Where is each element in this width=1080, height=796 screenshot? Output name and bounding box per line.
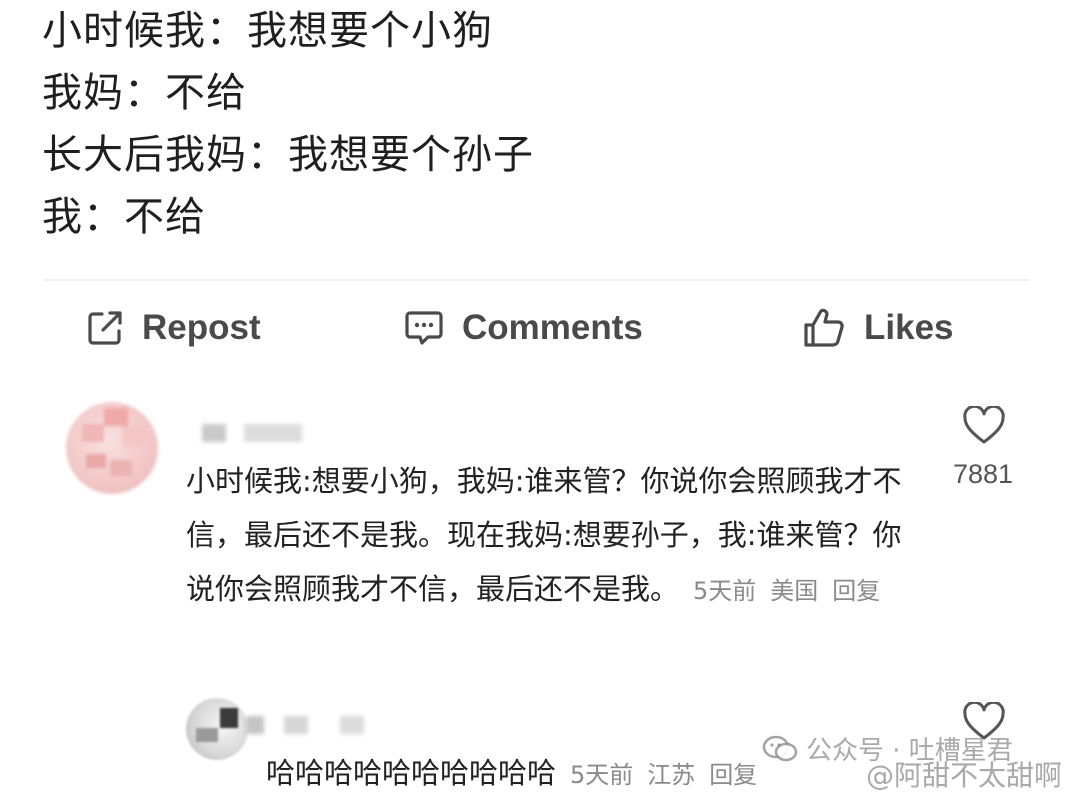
post-line: 长大后我妈：我想要个孙子 — [42, 132, 534, 178]
reply-link[interactable]: 回复 — [832, 577, 880, 605]
comment-location: 美国 — [770, 577, 819, 605]
username-blurred — [244, 424, 302, 442]
reply-body: 哈哈哈哈哈哈哈哈哈哈 5天前 江苏 回复 — [266, 752, 757, 796]
weibo-watermark: @阿甜不太甜啊 — [866, 759, 1063, 792]
comment-icon — [405, 311, 443, 345]
post-line: 小时候我：我想要个小狗 — [42, 8, 493, 54]
post-line: 我妈：不给 — [42, 70, 247, 116]
reply-location: 江苏 — [647, 761, 696, 789]
heart-icon[interactable] — [962, 406, 1006, 446]
reply-text: 哈哈哈哈哈哈哈哈哈哈 — [266, 756, 557, 790]
comment-body: 小时候我:想要小狗，我妈:谁来管？你说你会照顾我才不信，最后还不是我。现在我妈:… — [186, 454, 916, 618]
likes-button[interactable]: Likes — [802, 300, 954, 356]
reply-meta: 5天前 江苏 回复 — [556, 761, 757, 789]
comments-button[interactable]: Comments — [404, 300, 643, 356]
reply-link[interactable]: 回复 — [709, 761, 757, 789]
thumbs-up-icon — [804, 308, 844, 347]
post-line: 我：不给 — [42, 194, 206, 240]
comment-meta: 5天前 美国 回复 — [679, 577, 880, 605]
wechat-icon — [762, 735, 798, 761]
avatar[interactable] — [66, 402, 158, 494]
username-blurred — [246, 716, 264, 734]
reply-time: 5天前 — [570, 761, 634, 789]
divider — [44, 279, 1030, 281]
action-bar: Repost Comments Likes — [0, 300, 1080, 356]
username-blurred — [202, 424, 226, 442]
likes-label: Likes — [864, 308, 954, 347]
repost-button[interactable]: Repost — [86, 300, 261, 356]
username-blurred — [284, 716, 308, 734]
like-count: 7881 — [952, 459, 1014, 489]
repost-label: Repost — [142, 308, 261, 347]
username-blurred — [340, 716, 364, 734]
comments-label: Comments — [462, 308, 643, 347]
comment-time: 5天前 — [693, 577, 757, 605]
reply-avatar[interactable] — [186, 698, 248, 760]
post-content: 小时候我：我想要个小狗 我妈：不给 长大后我妈：我想要个孙子 我：不给 — [42, 0, 534, 248]
repost-icon — [88, 311, 122, 345]
